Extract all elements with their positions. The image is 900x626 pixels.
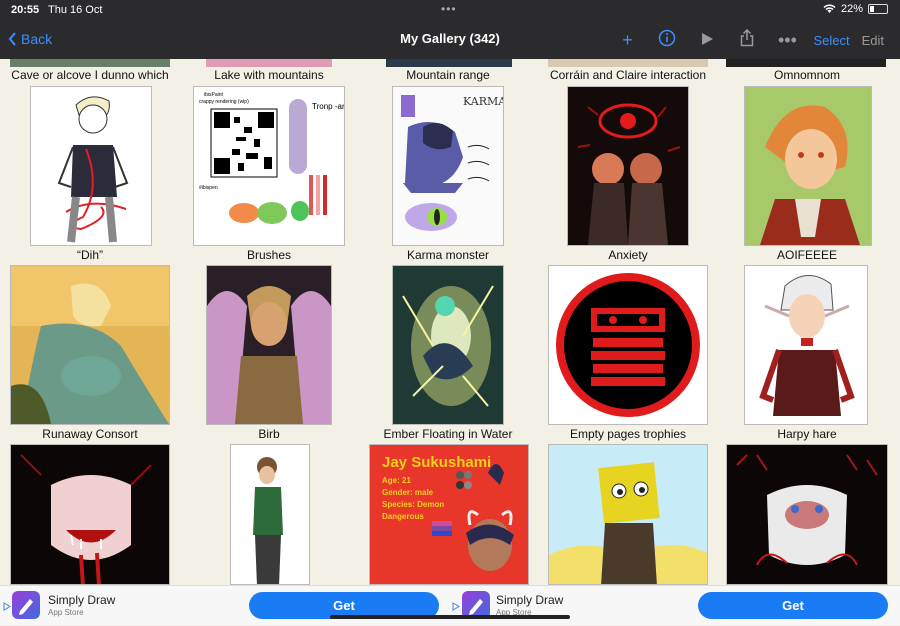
gallery-item-row3-5[interactable] [726, 444, 888, 585]
gallery-item-label: Harpy hare [777, 427, 837, 441]
info-icon[interactable] [647, 29, 687, 52]
battery-percent: 22% [840, 3, 863, 15]
gallery-item-ember[interactable] [392, 265, 504, 425]
gallery-item-label: Mountain range [406, 68, 490, 82]
jay-trait: Dangerous [382, 512, 424, 521]
ad-unit-left[interactable]: Simply Draw App Store Get [12, 586, 442, 626]
gallery-item-row3-2[interactable] [230, 444, 310, 585]
gallery-item-birb[interactable] [206, 265, 332, 425]
gallery-item-label: Ember Floating in Water [383, 427, 513, 441]
gallery-item-mountain-thumb[interactable] [386, 59, 512, 67]
artwork-aoifeeee [745, 87, 871, 245]
more-icon[interactable]: ••• [767, 30, 807, 51]
ad-choices-icon[interactable] [452, 602, 460, 611]
artwork-karma-monster: KARMA [401, 95, 503, 231]
play-icon[interactable] [687, 30, 727, 51]
brushes-note: crappy rendering (wip) [199, 99, 249, 105]
gallery-item-brushes[interactable]: ibisPaint crappy rendering (wip) #ibispe… [193, 86, 345, 246]
artwork-yellow-cube [549, 445, 707, 584]
gallery-item-label: AOIFEEEE [776, 248, 838, 262]
multitask-dots-icon[interactable]: ••• [441, 2, 457, 16]
gallery-item-label: Birb [258, 427, 280, 441]
jay-age: Age: 21 [382, 476, 411, 485]
artwork-standing-figure [253, 457, 283, 584]
gallery-item-cave-thumb[interactable] [10, 59, 170, 67]
gallery-item-label: Lake with mountains [214, 68, 324, 82]
status-date: Thu 16 Oct [48, 4, 103, 16]
gallery-item-anxiety[interactable] [567, 86, 689, 246]
add-icon[interactable]: + [607, 30, 647, 51]
status-time: 20:55 [11, 4, 40, 16]
gallery-item-dih[interactable] [30, 86, 152, 246]
gallery-item-harpy-hare[interactable] [744, 265, 868, 425]
brushes-scribble: Tronp -arche [312, 102, 344, 111]
ad-choices-icon[interactable] [3, 602, 11, 611]
nav-actions: + ••• Select Edit [607, 28, 890, 52]
gallery-item-label: Corráin and Claire interaction [549, 68, 707, 82]
gallery-item-aoifeeee[interactable] [744, 86, 872, 246]
gallery-item-omnomnom-thumb[interactable] [726, 59, 886, 67]
gallery-item-label: Omnomnom [773, 68, 841, 82]
edit-button[interactable]: Edit [856, 33, 890, 48]
artwork-runaway-consort [11, 266, 169, 424]
gallery-item-label: Anxiety [608, 248, 648, 262]
brushes-tag: #ibispen [199, 185, 218, 191]
gallery-item-label: Karma monster [406, 248, 490, 262]
ad-unit-right[interactable]: Simply Draw App Store Get [462, 586, 892, 626]
gallery-item-row3-3[interactable]: Jay Sukushami Age: 21 Gender: male Speci… [369, 444, 529, 585]
gallery-item-label: Brushes [246, 248, 292, 262]
jay-gender: Gender: male [382, 488, 434, 497]
gallery-item-label: Empty pages trophies [569, 427, 687, 441]
ad-app-name: Simply Draw [48, 593, 116, 607]
share-icon[interactable] [727, 28, 767, 52]
wifi-icon [823, 4, 836, 13]
artwork-dark-face [736, 454, 878, 566]
status-bar: 20:55 Thu 16 Oct ••• 22% [0, 0, 900, 20]
artwork-ember [393, 266, 503, 424]
gallery-item-row3-1[interactable] [10, 444, 170, 585]
artwork-jay-ref: Jay Sukushami Age: 21 Gender: male Speci… [382, 454, 514, 571]
artwork-brushes-sheet: ibisPaint crappy rendering (wip) #ibispe… [199, 92, 344, 224]
gallery-item-karma[interactable]: KARMA [392, 86, 504, 246]
artwork-character-sketch [57, 96, 129, 243]
brushes-app-label: ibisPaint [204, 92, 224, 98]
artwork-birb [207, 286, 331, 424]
nav-bar: Back My Gallery (342) + ••• Select Edit [0, 20, 900, 59]
select-button[interactable]: Select [807, 33, 855, 48]
gallery-item-label: Runaway Consort [42, 427, 138, 441]
gallery-item-lake-thumb[interactable] [206, 59, 332, 67]
gallery-grid: Cave or alcove I dunno which Lake with m… [0, 59, 900, 585]
artwork-anxiety [577, 103, 681, 245]
battery-icon [868, 4, 888, 14]
artwork-empty-pages [556, 273, 700, 417]
jay-name: Jay Sukushami [382, 454, 491, 471]
gallery-item-label: “Dih” [77, 248, 103, 262]
jay-species: Species: Demon [382, 500, 444, 509]
ad-app-source: App Store [48, 608, 84, 617]
artwork-grin [20, 454, 152, 584]
gallery-item-corrain-thumb[interactable] [548, 59, 708, 67]
gallery-item-label: Cave or alcove I dunno which [11, 68, 169, 82]
gallery-item-row3-4[interactable] [548, 444, 708, 585]
simply-draw-app-icon [12, 591, 40, 619]
artwork-harpy-hare [759, 275, 855, 416]
karma-heading: KARMA [463, 95, 503, 108]
ad-app-name: Simply Draw [496, 593, 564, 607]
home-indicator[interactable] [330, 615, 570, 619]
status-right: 22% [823, 3, 888, 15]
gallery-item-runaway-consort[interactable] [10, 265, 170, 425]
ad-banner: Simply Draw App Store Get Simply Draw Ap… [0, 585, 900, 625]
ad-get-button[interactable]: Get [698, 592, 888, 619]
gallery-item-empty-pages[interactable] [548, 265, 708, 425]
